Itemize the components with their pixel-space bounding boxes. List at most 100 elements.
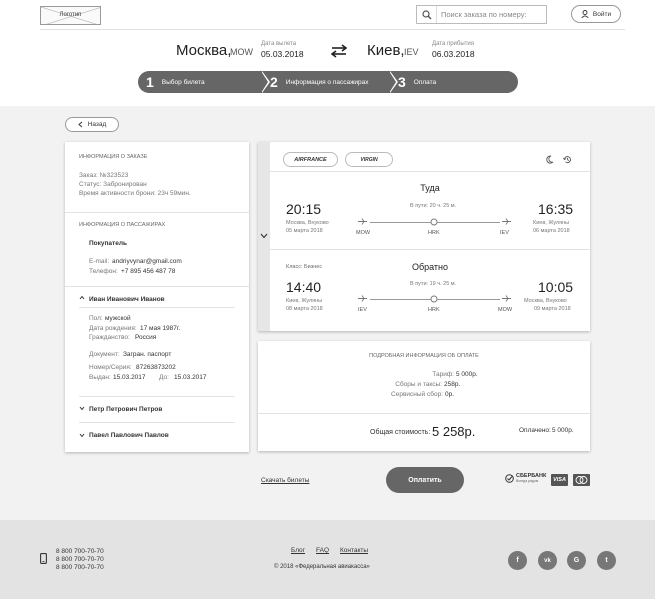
step-1[interactable]: 1 Выбор билета	[138, 71, 262, 93]
to-code: IEV	[404, 47, 419, 57]
order-active-time: Время активности брони: 23ч 59мин.	[79, 190, 191, 197]
footer-link-contacts[interactable]: Контакты	[340, 547, 368, 554]
total-label: Общая стоимость:	[370, 429, 431, 436]
passenger-3-name[interactable]: Павел Павлович Павлов	[89, 432, 169, 439]
step-2[interactable]: 2 Информация о пассажирах	[262, 71, 390, 93]
passenger-1-name[interactable]: Иван Иванович Иванов	[89, 296, 165, 303]
paid-label: Оплачено:	[519, 427, 551, 434]
passenger-3-toggle[interactable]	[79, 433, 85, 440]
history-icon[interactable]	[563, 155, 572, 166]
chevron-down-icon[interactable]	[260, 233, 268, 241]
sberbank-icon	[505, 474, 514, 483]
chevron-left-icon	[77, 121, 83, 128]
tariff-value: 5 000р.	[456, 371, 478, 378]
footer-phone[interactable]: 8 800 700-70-70	[56, 556, 104, 563]
footer-phone[interactable]: 8 800 700-70-70	[56, 564, 104, 571]
search-input[interactable]: Поиск заказа по номеру:	[416, 5, 547, 24]
download-tickets-link[interactable]: Скачать билеты	[261, 477, 309, 484]
back-code-from: IEV	[358, 307, 367, 313]
airline-logo-1: AIRFRANCE	[283, 152, 338, 167]
divider	[79, 422, 235, 423]
p1-issued: 15.03.2017	[113, 374, 146, 381]
step-number: 3	[398, 74, 406, 90]
phone-value: +7 895 456 487 78	[121, 268, 176, 275]
fees-label: Сборы и таксы:	[395, 381, 442, 388]
step-3[interactable]: 3 Оплата	[390, 71, 518, 93]
step-label: Оплата	[413, 78, 437, 86]
back-depart-time: 14:40	[286, 279, 322, 295]
paid-value: 5 000р.	[552, 427, 574, 434]
back-depart-place: Киев, Жуляны	[286, 298, 323, 304]
step-number: 1	[146, 74, 154, 90]
p1-cit: Россия	[135, 334, 157, 341]
p1-doc: Загран. паспорт	[123, 351, 172, 358]
p1-sex-label: Пол:	[89, 315, 103, 322]
total-value: 5 258р.	[432, 424, 476, 439]
divider	[65, 286, 249, 287]
payment-title: ПОДРОБНАЯ ИНФОРМАЦИЯ ОБ ОПЛАТЕ	[369, 353, 479, 359]
mastercard-logo	[573, 474, 590, 486]
logo[interactable]: Логотип	[40, 6, 101, 25]
order-section-title: ИНФОРМАЦИЯ О ЗАКАЗЕ	[79, 154, 148, 160]
tariff-label: Тариф:	[432, 371, 454, 378]
out-arrive-place: Киев, Жуляны	[533, 220, 570, 226]
arrive-date: 06.03.2018	[432, 49, 475, 59]
passenger-2-name[interactable]: Петр Петрович Петров	[89, 406, 162, 413]
plane-landing-icon	[502, 295, 511, 304]
out-code-to: IEV	[500, 230, 509, 236]
email-label: E-mail:	[89, 258, 110, 265]
back-arrive-date: 09 марта 2018	[534, 306, 571, 312]
out-depart-time: 20:15	[286, 201, 322, 217]
order-status: Статус: Забронирован	[79, 181, 147, 188]
footer-link-faq[interactable]: FAQ	[316, 547, 329, 554]
divider	[79, 307, 235, 308]
google-icon[interactable]: G	[567, 551, 586, 570]
facebook-icon[interactable]: f	[508, 551, 527, 570]
logo-label: Логотип	[59, 12, 82, 18]
buyer-title: Покупатель	[89, 240, 127, 247]
payment-card: ПОДРОБНАЯ ИНФОРМАЦИЯ ОБ ОПЛАТЕ Тариф: 5 …	[258, 341, 590, 451]
service-label: Сервисный сбор:	[391, 391, 443, 398]
vk-icon[interactable]: vk	[538, 551, 557, 570]
back-arrive-time: 10:05	[538, 279, 574, 295]
back-label: Назад	[87, 121, 107, 128]
passengers-section-title: ИНФОРМАЦИЯ О ПАССАЖИРАХ	[79, 222, 166, 228]
pay-button[interactable]: Оплатить	[386, 467, 464, 493]
plane-landing-icon	[502, 218, 511, 227]
fees-value: 258р.	[444, 381, 461, 388]
login-label: Войти	[592, 10, 612, 18]
login-button[interactable]: Войти	[571, 5, 621, 23]
depart-date: 05.03.2018	[261, 49, 304, 59]
progress-steps: 1 Выбор билета 2 Информация о пассажирах…	[138, 71, 518, 93]
email-value: andriyvynar@gmail.com	[112, 258, 182, 265]
divider	[258, 413, 590, 414]
transfer-icon	[430, 295, 438, 305]
transfer-icon	[430, 218, 438, 228]
from-city: Москва,	[176, 42, 232, 59]
header-divider	[40, 29, 625, 30]
back-duration: В пути: 19 ч. 25 м.	[410, 281, 457, 287]
chevron-down-icon	[79, 433, 85, 438]
footer-phone[interactable]: 8 800 700-70-70	[56, 548, 104, 555]
passenger-2-toggle[interactable]	[79, 406, 85, 413]
airline-logo-2: VIRGIN	[345, 152, 393, 167]
twitter-icon[interactable]: t	[597, 551, 616, 570]
sberbank-sub: Всегда рядом	[516, 478, 539, 483]
passenger-1-toggle[interactable]	[79, 295, 85, 302]
step-label: Информация о пассажирах	[285, 78, 369, 86]
swap-arrows-icon[interactable]	[330, 44, 348, 60]
step-number: 2	[270, 74, 278, 90]
out-arrive-time: 16:35	[538, 201, 574, 217]
out-depart-place: Москва, Внуково	[286, 220, 329, 226]
moon-icon	[545, 155, 554, 166]
back-depart-date: 08 марта 2018	[286, 306, 323, 312]
plane-takeoff-icon	[358, 295, 367, 304]
to-city: Киев,	[367, 42, 405, 59]
flight-card: AIRFRANCE VIRGIN Туда 20:15 Москва, Внук…	[258, 142, 590, 331]
back-button[interactable]: Назад	[65, 117, 119, 132]
plane-takeoff-icon	[358, 218, 367, 227]
out-code-transfer: HRK	[428, 230, 440, 236]
back-code-to: MOW	[498, 307, 513, 313]
footer-link-blog[interactable]: Блог	[291, 547, 305, 554]
back-arrive-place: Москва, Внуково	[524, 298, 567, 304]
